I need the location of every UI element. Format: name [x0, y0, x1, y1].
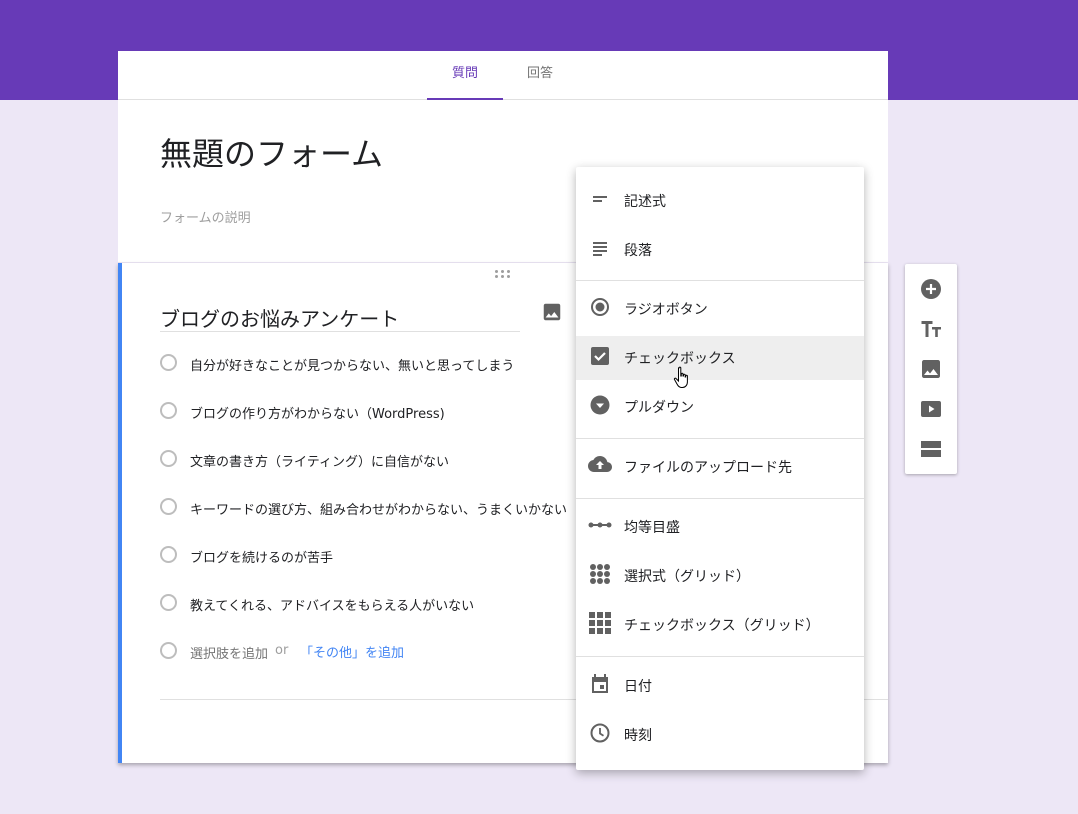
- drag-handle-icon[interactable]: [495, 270, 511, 278]
- radio-icon: [160, 546, 177, 563]
- paragraph-icon: [593, 242, 607, 256]
- menu-item-label: プルダウン: [624, 400, 694, 416]
- menu-divider: [576, 656, 864, 657]
- radio-grid-icon: [590, 564, 610, 584]
- cloud-upload-icon: [588, 456, 612, 472]
- radio-icon: [160, 498, 177, 515]
- menu-divider: [576, 438, 864, 439]
- menu-divider: [576, 280, 864, 281]
- question-title-input[interactable]: ブログのお悩みアンケート: [160, 303, 520, 332]
- menu-item-label: 均等目盛: [624, 520, 680, 536]
- option-label[interactable]: 教えてくれる、アドバイスをもらえる人がいない: [190, 595, 474, 614]
- add-image-icon[interactable]: [541, 301, 563, 323]
- radio-icon: [160, 594, 177, 611]
- menu-item-label: 日付: [624, 679, 652, 695]
- clock-icon: [590, 723, 610, 743]
- add-option-button[interactable]: 選択肢を追加: [190, 643, 268, 662]
- menu-item-label: 選択式（グリッド）: [624, 569, 750, 585]
- option-label[interactable]: ブログの作り方がわからない（WordPress): [190, 403, 445, 422]
- radio-icon: [160, 450, 177, 467]
- menu-item-label: 記述式: [624, 194, 666, 210]
- menu-item-checkboxes[interactable]: チェックボックス: [576, 336, 864, 380]
- form-description-field[interactable]: フォームの説明: [160, 207, 251, 226]
- menu-item-label: 時刻: [624, 728, 652, 744]
- add-question-icon[interactable]: [919, 277, 943, 301]
- menu-item-date[interactable]: 日付: [576, 664, 864, 708]
- menu-item-label: チェックボックス: [624, 351, 736, 367]
- menu-item-label: チェックボックス（グリッド）: [624, 618, 820, 634]
- add-other-link[interactable]: 「その他」を追加: [300, 642, 404, 661]
- menu-item-label: ラジオボタン: [624, 302, 708, 318]
- menu-item-time[interactable]: 時刻: [576, 713, 864, 757]
- add-image-icon[interactable]: [919, 357, 943, 381]
- radio-icon: [160, 402, 177, 419]
- option-label[interactable]: キーワードの選び方、組み合わせがわからない、うまくいかない: [190, 499, 567, 518]
- menu-item-dropdown[interactable]: プルダウン: [576, 385, 864, 429]
- radio-icon: [160, 642, 177, 659]
- tab-responses[interactable]: 回答: [505, 51, 575, 99]
- checkbox-grid-icon: [589, 612, 611, 634]
- radio-button-icon: [591, 298, 609, 316]
- radio-icon: [160, 354, 177, 371]
- option-label[interactable]: 文章の書き方（ライティング）に自信がない: [190, 451, 449, 470]
- menu-item-label: 段落: [624, 243, 652, 259]
- menu-item-linear-scale[interactable]: 均等目盛: [576, 505, 864, 549]
- question-type-menu: 記述式 段落 ラジオボタン チェックボックス プルダウン ファイルのアップロード…: [576, 167, 864, 770]
- add-title-icon[interactable]: [919, 317, 943, 341]
- menu-divider: [576, 498, 864, 499]
- hand-cursor-icon: [673, 366, 688, 388]
- calendar-icon: [592, 674, 608, 693]
- option-label[interactable]: 自分が好きなことが見つからない、無いと思ってしまう: [190, 355, 514, 374]
- add-video-icon[interactable]: [919, 397, 943, 421]
- linear-scale-icon: [588, 522, 612, 528]
- menu-item-file-upload[interactable]: ファイルのアップロード先: [576, 445, 864, 489]
- menu-item-short-answer[interactable]: 記述式: [576, 179, 864, 223]
- dropdown-icon: [590, 395, 610, 415]
- menu-item-checkbox-grid[interactable]: チェックボックス（グリッド）: [576, 603, 864, 647]
- side-toolbar: [905, 264, 957, 474]
- add-section-icon[interactable]: [919, 437, 943, 461]
- short-answer-icon: [593, 196, 607, 202]
- menu-item-multiple-choice[interactable]: ラジオボタン: [576, 287, 864, 331]
- active-card-indicator: [118, 263, 122, 763]
- tab-questions[interactable]: 質問: [427, 51, 503, 100]
- option-label[interactable]: ブログを続けるのが苦手: [190, 547, 333, 566]
- form-title[interactable]: 無題のフォーム: [160, 129, 383, 175]
- or-text: or: [275, 643, 289, 658]
- add-option-row: 選択肢を追加 or 「その他」を追加: [160, 640, 460, 664]
- menu-item-paragraph[interactable]: 段落: [576, 228, 864, 272]
- menu-item-label: ファイルのアップロード先: [624, 460, 792, 476]
- tab-bar: 質問 回答: [118, 51, 888, 100]
- checkbox-icon: [591, 347, 609, 365]
- menu-item-mc-grid[interactable]: 選択式（グリッド）: [576, 554, 864, 598]
